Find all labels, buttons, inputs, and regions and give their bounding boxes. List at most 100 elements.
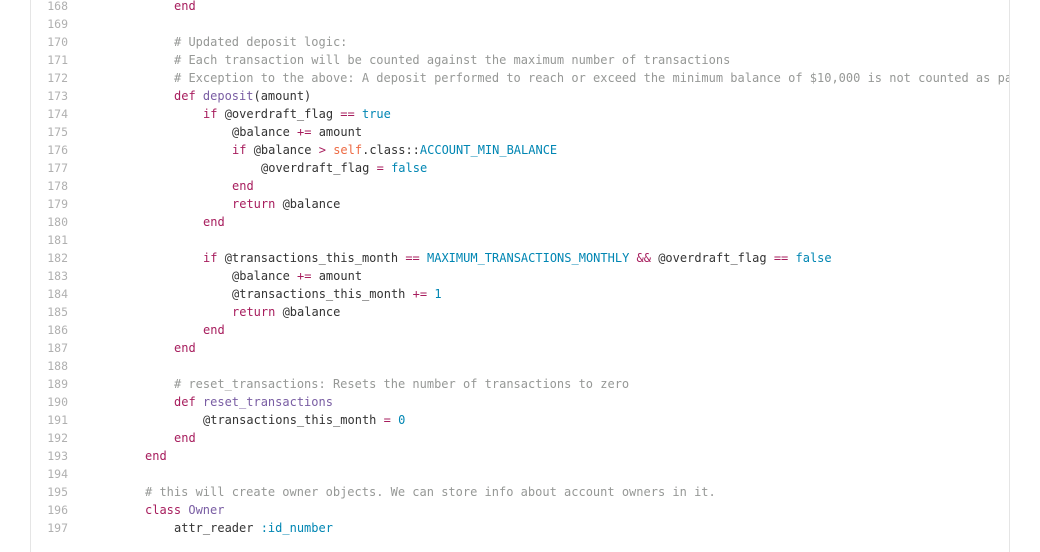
line-number[interactable]: 191 (31, 411, 68, 429)
line-number[interactable]: 188 (31, 357, 68, 375)
gutter-gap (68, 15, 116, 33)
code-text: class Owner (116, 501, 224, 519)
code-token: @transactions_this_month (224, 251, 406, 265)
code-lines: 168 end 169 170 # Updated deposit logic: 171 #… (31, 0, 1009, 537)
code-text: if @transactions_this_month == MAXIMUM_T… (116, 249, 832, 267)
gutter-gap (68, 339, 116, 357)
code-token: @balance (232, 269, 298, 283)
code-text: if @overdraft_flag == true (116, 105, 391, 123)
gutter-gap (68, 0, 116, 15)
code-line: 191 @transactions_this_month = 0 (31, 411, 1009, 429)
gutter-gap (68, 285, 116, 303)
code-token: attr_reader (174, 521, 261, 535)
code-token: if (232, 143, 254, 157)
code-token: = (383, 413, 391, 427)
code-text: def deposit(amount) (116, 87, 311, 105)
line-number[interactable]: 178 (31, 177, 68, 195)
line-number[interactable]: 184 (31, 285, 68, 303)
line-number[interactable]: 192 (31, 429, 68, 447)
code-token: (amount) (253, 89, 312, 103)
line-number[interactable]: 170 (31, 33, 68, 51)
gutter-gap (68, 501, 116, 519)
line-number[interactable]: 176 (31, 141, 68, 159)
code-token: += (412, 287, 428, 301)
code-token: += (297, 269, 312, 283)
line-number[interactable]: 172 (31, 69, 68, 87)
code-line: 185 return @balance (31, 303, 1009, 321)
code-text: # this will create owner objects. We can… (116, 483, 716, 501)
code-token: amount (311, 269, 363, 283)
line-number[interactable]: 171 (31, 51, 68, 69)
code-line: 197 attr_reader :id_number (31, 519, 1009, 537)
line-number[interactable]: 195 (31, 483, 68, 501)
line-number[interactable]: 182 (31, 249, 68, 267)
code-line: 176 if @balance > self.class::ACCOUNT_MIN… (31, 141, 1009, 159)
line-number[interactable]: 168 (31, 0, 68, 15)
code-token: == (405, 251, 420, 265)
code-token: def (174, 395, 203, 409)
code-line: 173 def deposit(amount) (31, 87, 1009, 105)
gutter-gap (68, 177, 116, 195)
code-line: 182 if @transactions_this_month == MAXIMU… (31, 249, 1009, 267)
line-number[interactable]: 177 (31, 159, 68, 177)
code-line: 184 @transactions_this_month += 1 (31, 285, 1009, 303)
code-token: = (376, 161, 384, 175)
code-token: self (333, 143, 363, 157)
code-text: if @balance > self.class::ACCOUNT_MIN_BA… (116, 141, 557, 159)
line-number[interactable]: 186 (31, 321, 68, 339)
code-text: return @balance (116, 195, 340, 213)
code-line: 187 end (31, 339, 1009, 357)
line-number[interactable]: 181 (31, 231, 68, 249)
code-line: 192 end (31, 429, 1009, 447)
code-text: attr_reader :id_number (116, 519, 333, 537)
code-token: def (174, 89, 203, 103)
line-number[interactable]: 174 (31, 105, 68, 123)
code-line: 177 @overdraft_flag = false (31, 159, 1009, 177)
code-line: 171 # Each transaction will be counted ag… (31, 51, 1009, 69)
line-number[interactable]: 196 (31, 501, 68, 519)
gutter-gap (68, 195, 116, 213)
code-line: 181 (31, 231, 1009, 249)
code-text: end (116, 339, 196, 357)
line-number[interactable]: 193 (31, 447, 68, 465)
code-text: # Exception to the above: A deposit perf… (116, 69, 1009, 87)
code-token: # Updated deposit logic: (174, 35, 348, 49)
line-number[interactable]: 190 (31, 393, 68, 411)
code-token: false (391, 161, 428, 175)
line-number[interactable]: 175 (31, 123, 68, 141)
code-token: end (174, 341, 196, 355)
code-text: end (116, 213, 225, 231)
code-token: > (318, 143, 326, 157)
gutter-gap (68, 429, 116, 447)
code-token: @balance (253, 143, 319, 157)
line-number[interactable]: 179 (31, 195, 68, 213)
code-token: false (795, 251, 832, 265)
line-number[interactable]: 194 (31, 465, 68, 483)
code-token: @balance (282, 197, 341, 211)
line-number[interactable]: 189 (31, 375, 68, 393)
code-token: @transactions_this_month (203, 413, 384, 427)
line-number[interactable]: 197 (31, 519, 68, 537)
code-token: MAXIMUM_TRANSACTIONS_MONTHLY (427, 251, 630, 265)
code-viewer: 168 end 169 170 # Updated deposit logic: 171 #… (30, 0, 1010, 552)
line-number[interactable]: 173 (31, 87, 68, 105)
gutter-gap (68, 357, 116, 375)
line-number[interactable]: 180 (31, 213, 68, 231)
code-line: 174 if @overdraft_flag == true (31, 105, 1009, 123)
code-line: 172 # Exception to the above: A deposit p… (31, 69, 1009, 87)
code-token: && (636, 251, 651, 265)
code-token: reset_transactions (202, 395, 333, 409)
line-number[interactable]: 183 (31, 267, 68, 285)
line-number[interactable]: 185 (31, 303, 68, 321)
line-number[interactable]: 187 (31, 339, 68, 357)
code-token: if (203, 251, 225, 265)
line-number[interactable]: 169 (31, 15, 68, 33)
gutter-gap (68, 267, 116, 285)
gutter-gap (68, 321, 116, 339)
code-text: end (116, 0, 196, 15)
code-token: == (340, 107, 355, 121)
